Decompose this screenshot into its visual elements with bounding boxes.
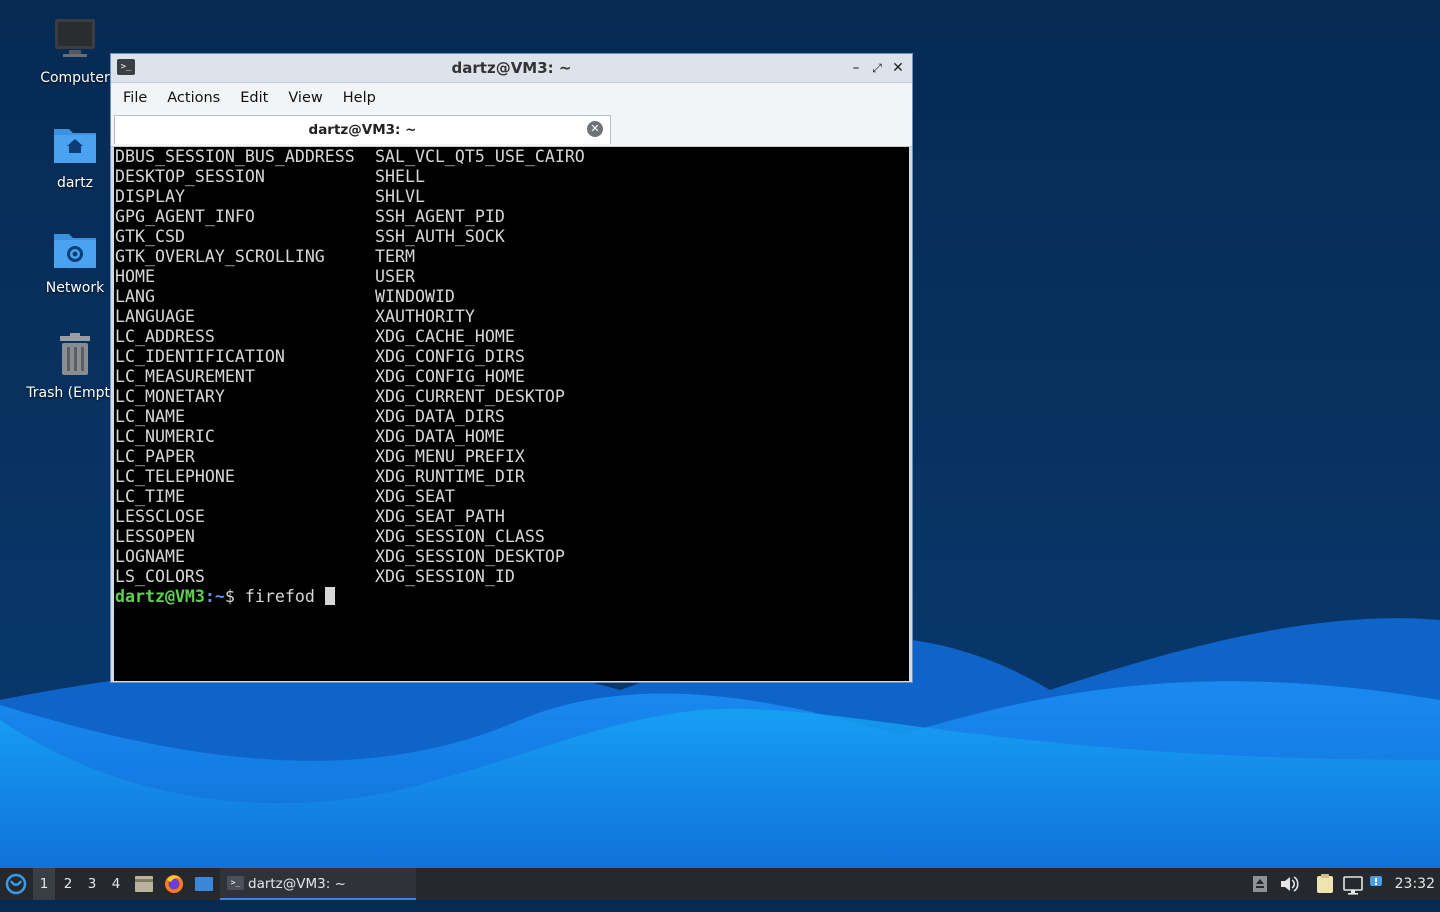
env-var-name: WINDOWID — [375, 287, 455, 306]
env-var-name: XDG_CONFIG_DIRS — [375, 347, 525, 366]
workspace-3[interactable]: 3 — [81, 868, 103, 900]
eject-icon[interactable] — [1250, 868, 1270, 900]
env-var-name: LC_MEASUREMENT — [115, 367, 255, 386]
update-notifier-icon[interactable] — [1368, 868, 1384, 900]
taskbar-clock[interactable]: 23:32 — [1395, 868, 1435, 900]
tab-bar: dartz@VM3: ~ ✕ — [111, 113, 912, 147]
env-var-name: SHELL — [375, 167, 425, 186]
env-var-name: GPG_AGENT_INFO — [115, 207, 255, 226]
env-var-name: LC_IDENTIFICATION — [115, 347, 285, 366]
env-var-name: XDG_SEAT — [375, 487, 455, 506]
env-var-name: TERM — [375, 247, 415, 266]
taskbar-window-button[interactable]: >_ dartz@VM3: ~ — [220, 868, 416, 900]
env-var-name: LOGNAME — [115, 547, 185, 566]
window-titlebar[interactable]: >_ dartz@VM3: ~ – ⤢ ✕ — [111, 54, 912, 83]
workspace-1[interactable]: 1 — [33, 868, 55, 900]
taskbar: 1 2 3 4 >_ dartz@VM3: ~ 23:32 — [0, 868, 1440, 900]
env-var-name: XDG_DATA_DIRS — [375, 407, 505, 426]
env-var-name: XDG_MENU_PREFIX — [375, 447, 525, 466]
env-var-name: DBUS_SESSION_BUS_ADDRESS — [115, 147, 355, 166]
env-var-name: LC_TIME — [115, 487, 185, 506]
env-var-name: LC_ADDRESS — [115, 327, 215, 346]
env-var-name: XDG_CACHE_HOME — [375, 327, 515, 346]
trash-icon — [51, 331, 99, 379]
env-var-name: LANGUAGE — [115, 307, 195, 326]
env-var-name: LC_NUMERIC — [115, 427, 215, 446]
env-var-name: XDG_DATA_HOME — [375, 427, 505, 446]
taskbar-window-label: dartz@VM3: ~ — [248, 876, 346, 892]
env-var-name: SSH_AGENT_PID — [375, 207, 505, 226]
prompt-symbol: $ — [224, 587, 245, 606]
env-var-name: LANG — [115, 287, 155, 306]
env-var-name: LC_PAPER — [115, 447, 195, 466]
tab-terminal[interactable]: dartz@VM3: ~ ✕ — [114, 115, 611, 144]
env-var-name: LC_MONETARY — [115, 387, 225, 406]
home-folder-icon — [51, 121, 99, 169]
menu-help[interactable]: Help — [333, 83, 386, 113]
env-var-name: XAUTHORITY — [375, 307, 475, 326]
tab-title: dartz@VM3: ~ — [308, 122, 417, 138]
env-var-name: LC_TELEPHONE — [115, 467, 235, 486]
clipboard-icon[interactable] — [1314, 868, 1336, 900]
env-var-name: XDG_SEAT_PATH — [375, 507, 505, 526]
env-var-name: DISPLAY — [115, 187, 185, 206]
env-var-name: SAL_VCL_QT5_USE_CAIRO — [375, 147, 585, 166]
env-var-name: HOME — [115, 267, 155, 286]
volume-icon[interactable] — [1278, 868, 1300, 900]
workspace-4[interactable]: 4 — [105, 868, 127, 900]
env-var-name: DESKTOP_SESSION — [115, 167, 265, 186]
env-var-name: LESSOPEN — [115, 527, 195, 546]
env-var-name: SSH_AUTH_SOCK — [375, 227, 505, 246]
workspace-2[interactable]: 2 — [57, 868, 79, 900]
env-var-name: LC_NAME — [115, 407, 185, 426]
minimize-button[interactable]: – — [846, 58, 866, 78]
menu-view[interactable]: View — [278, 83, 332, 113]
env-var-name: XDG_SESSION_ID — [375, 567, 515, 586]
close-button[interactable]: ✕ — [888, 58, 908, 78]
env-var-name: XDG_CONFIG_HOME — [375, 367, 525, 386]
prompt-user: dartz@VM3 — [115, 587, 205, 606]
env-var-name: XDG_RUNTIME_DIR — [375, 467, 525, 486]
window-title: dartz@VM3: ~ — [451, 59, 572, 77]
firefox-launcher-icon[interactable] — [163, 868, 185, 900]
menu-file[interactable]: File — [113, 83, 157, 113]
env-var-name: LESSCLOSE — [115, 507, 205, 526]
typed-command: firefod — [244, 587, 325, 606]
tab-close-icon[interactable]: ✕ — [587, 121, 603, 137]
terminal-app-icon: >_ — [227, 876, 244, 890]
env-var-name: USER — [375, 267, 415, 286]
start-menu-icon[interactable] — [4, 868, 30, 900]
computer-icon — [51, 16, 99, 64]
env-var-name: GTK_CSD — [115, 227, 185, 246]
env-var-name: LS_COLORS — [115, 567, 205, 586]
prompt-path: :~ — [204, 587, 225, 606]
env-var-name: GTK_OVERLAY_SCROLLING — [115, 247, 325, 266]
text-cursor — [324, 587, 335, 605]
file-manager-launcher-icon[interactable] — [133, 868, 155, 900]
show-desktop-icon[interactable] — [193, 868, 215, 900]
prompt-line: dartz@VM3:~$ firefod — [115, 587, 335, 607]
network-folder-icon — [51, 226, 99, 274]
menu-actions[interactable]: Actions — [157, 83, 230, 113]
env-var-name: XDG_SESSION_CLASS — [375, 527, 545, 546]
terminal-output[interactable]: DBUS_SESSION_BUS_ADDRESS SAL_VCL_QT5_USE_… — [114, 147, 909, 681]
menu-bar: File Actions Edit View Help — [111, 83, 912, 113]
menu-edit[interactable]: Edit — [230, 83, 278, 113]
env-var-name: SHLVL — [375, 187, 425, 206]
env-var-name: XDG_SESSION_DESKTOP — [375, 547, 565, 566]
terminal-window: >_ dartz@VM3: ~ – ⤢ ✕ File Actions Edit … — [110, 53, 913, 683]
network-status-icon[interactable] — [1342, 868, 1364, 900]
maximize-button[interactable]: ⤢ — [867, 58, 887, 78]
env-var-name: XDG_CURRENT_DESKTOP — [375, 387, 565, 406]
